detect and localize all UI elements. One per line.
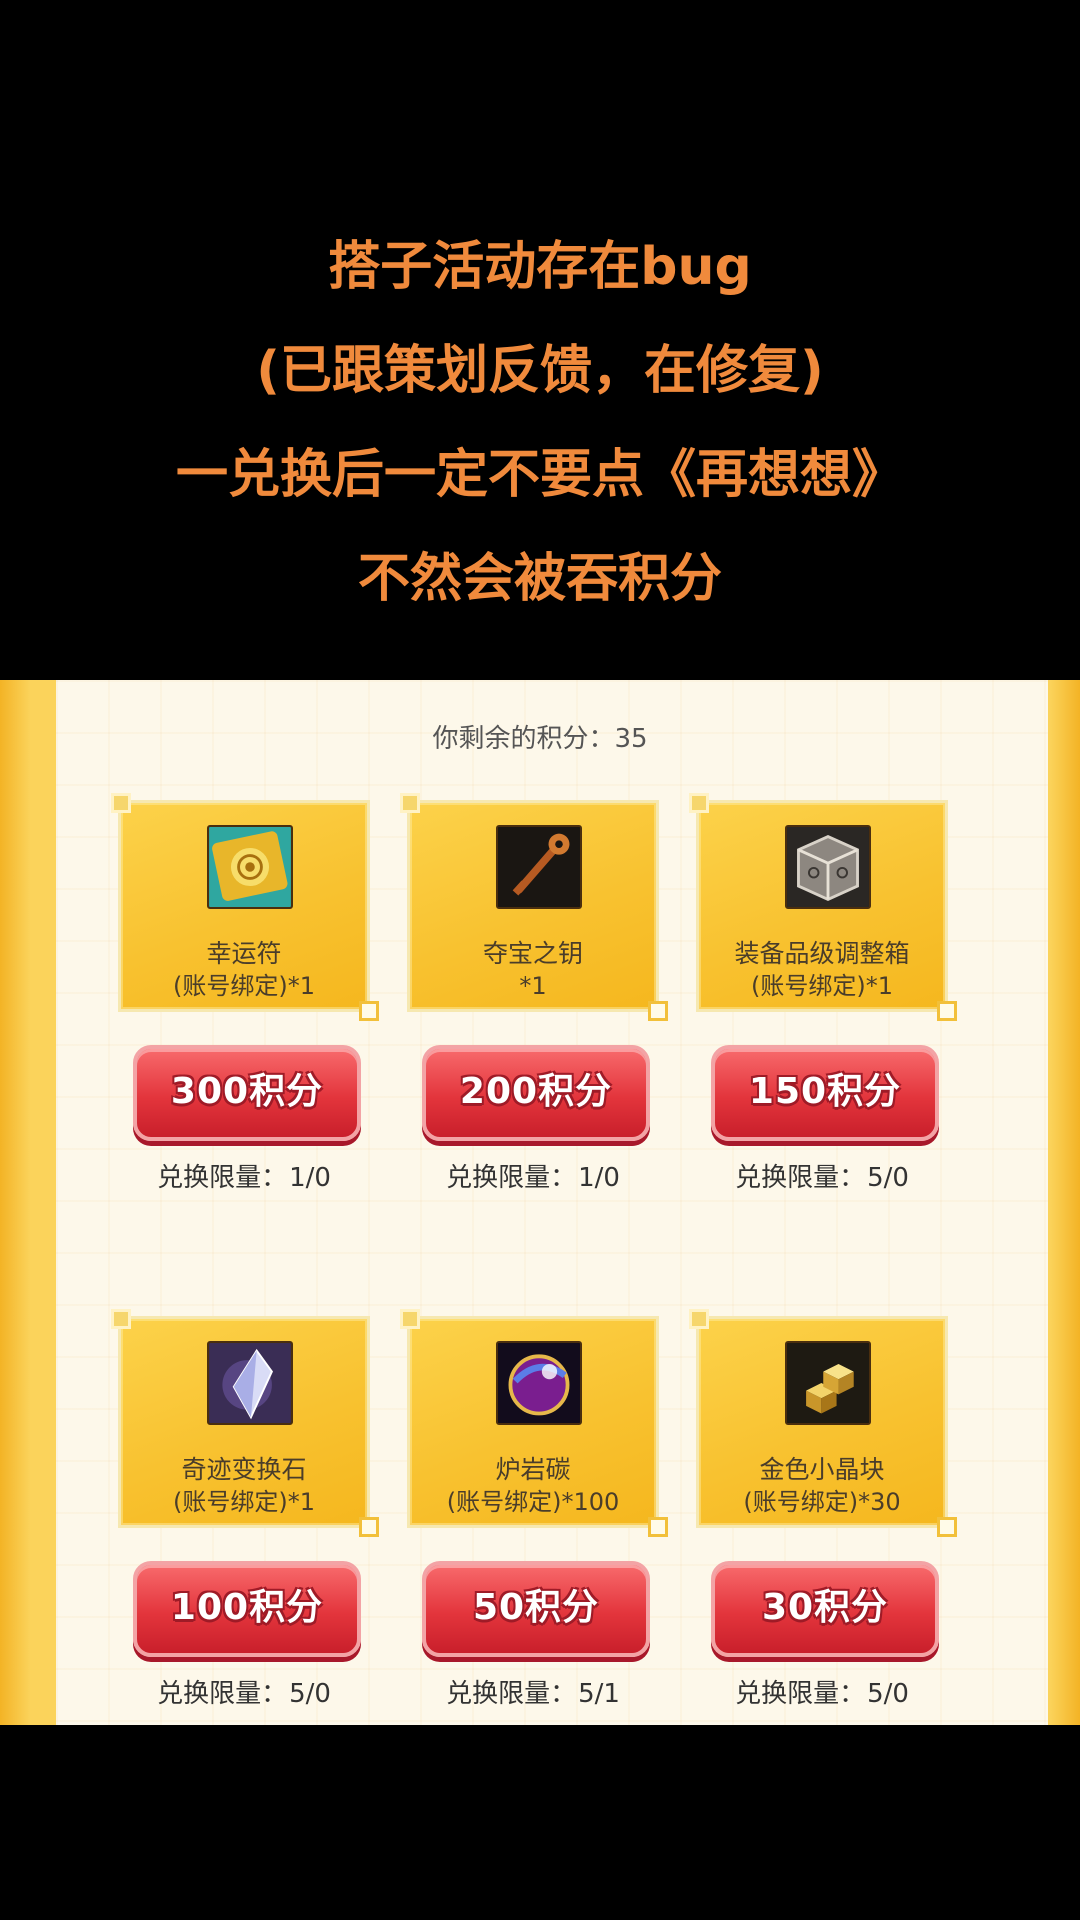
- miracle-stone-icon: [207, 1341, 293, 1425]
- card-corner-decoration: [359, 1001, 379, 1021]
- exchange-button-gold-crystal[interactable]: 30积分: [711, 1561, 939, 1657]
- item-quantity: (账号绑定)*30: [743, 1488, 901, 1516]
- item-quantity: (账号绑定)*1: [173, 972, 315, 1000]
- exchange-limit-label: 兑换限量：: [735, 1163, 866, 1193]
- remaining-points-value: 35: [614, 724, 648, 754]
- card-corner-decoration: [111, 793, 131, 813]
- exchange-limit-label: 兑换限量：: [735, 1679, 866, 1709]
- item-card-lucky-charm[interactable]: 幸运符 (账号绑定)*1: [111, 793, 379, 1021]
- exchange-limit-value: 5/0: [867, 1163, 909, 1193]
- exchange-limit: 兑换限量：1/0: [383, 1157, 683, 1194]
- caption-line-1: 搭子活动存在bug: [328, 237, 752, 297]
- exchange-button-miracle-stone[interactable]: 100积分: [133, 1561, 361, 1657]
- card-corner-decoration: [359, 1517, 379, 1537]
- item-quantity: (账号绑定)*1: [173, 1488, 315, 1516]
- item-quantity: (账号绑定)*1: [751, 972, 893, 1000]
- item-card-gold-crystal[interactable]: 金色小晶块 (账号绑定)*30: [689, 1309, 957, 1537]
- exchange-limit: 兑换限量：5/0: [94, 1673, 394, 1710]
- exchange-limit: 兑换限量：5/1: [383, 1673, 683, 1710]
- item-card-furnace-carbon[interactable]: 炉岩碳 (账号绑定)*100: [400, 1309, 668, 1537]
- item-quantity: (账号绑定)*100: [446, 1488, 620, 1516]
- item-name: 夺宝之钥: [482, 939, 583, 968]
- treasure-key-icon: [496, 825, 582, 909]
- remaining-points-label: 你剩余的积分：: [432, 724, 615, 754]
- exchange-limit-value: 1/0: [289, 1163, 331, 1193]
- exchange-limit-value: 1/0: [578, 1163, 620, 1193]
- furnace-carbon-icon: [496, 1341, 582, 1425]
- item-card-grade-box[interactable]: 装备品级调整箱 (账号绑定)*1: [689, 793, 957, 1021]
- caption-line-2: (已跟策划反馈，在修复): [256, 341, 824, 401]
- item-card-treasure-key[interactable]: 夺宝之钥 *1: [400, 793, 668, 1021]
- card-corner-decoration: [689, 793, 709, 813]
- exchange-limit: 兑换限量：5/0: [672, 1157, 972, 1194]
- caption-overlay: 搭子活动存在bug (已跟策划反馈，在修复) 一兑换后一定不要点《再想想》 不然…: [0, 215, 1080, 631]
- card-corner-decoration: [648, 1517, 668, 1537]
- caption-line-3: 一兑换后一定不要点《再想想》: [175, 445, 904, 505]
- exchange-limit-value: 5/0: [289, 1679, 331, 1709]
- item-name: 幸运符: [206, 939, 282, 968]
- exchange-button-lucky-charm[interactable]: 300积分: [133, 1045, 361, 1141]
- exchange-button-furnace-carbon[interactable]: 50积分: [422, 1561, 650, 1657]
- lucky-charm-icon: [207, 825, 293, 909]
- item-name: 装备品级调整箱: [734, 939, 910, 968]
- card-corner-decoration: [648, 1001, 668, 1021]
- item-quantity: *1: [519, 972, 547, 1000]
- card-corner-decoration: [400, 1309, 420, 1329]
- exchange-button-grade-box[interactable]: 150积分: [711, 1045, 939, 1141]
- card-corner-decoration: [111, 1309, 131, 1329]
- item-name: 奇迹变换石: [181, 1455, 307, 1484]
- exchange-limit: 兑换限量：5/0: [672, 1673, 972, 1710]
- item-name: 炉岩碳: [495, 1455, 571, 1484]
- exchange-limit-label: 兑换限量：: [446, 1679, 577, 1709]
- item-card-miracle-stone[interactable]: 奇迹变换石 (账号绑定)*1: [111, 1309, 379, 1537]
- card-corner-decoration: [937, 1001, 957, 1021]
- exchange-limit-label: 兑换限量：: [157, 1679, 288, 1709]
- remaining-points: 你剩余的积分：35: [0, 718, 1080, 755]
- card-corner-decoration: [937, 1517, 957, 1537]
- grade-box-icon: [785, 825, 871, 909]
- item-name: 金色小晶块: [759, 1455, 885, 1484]
- caption-line-4: 不然会被吞积分: [357, 549, 722, 609]
- exchange-limit: 兑换限量：1/0: [94, 1157, 394, 1194]
- exchange-limit-label: 兑换限量：: [446, 1163, 577, 1193]
- exchange-limit-value: 5/0: [867, 1679, 909, 1709]
- exchange-limit-value: 5/1: [578, 1679, 620, 1709]
- card-corner-decoration: [400, 793, 420, 813]
- card-corner-decoration: [689, 1309, 709, 1329]
- exchange-button-treasure-key[interactable]: 200积分: [422, 1045, 650, 1141]
- gold-crystal-icon: [785, 1341, 871, 1425]
- exchange-limit-label: 兑换限量：: [157, 1163, 288, 1193]
